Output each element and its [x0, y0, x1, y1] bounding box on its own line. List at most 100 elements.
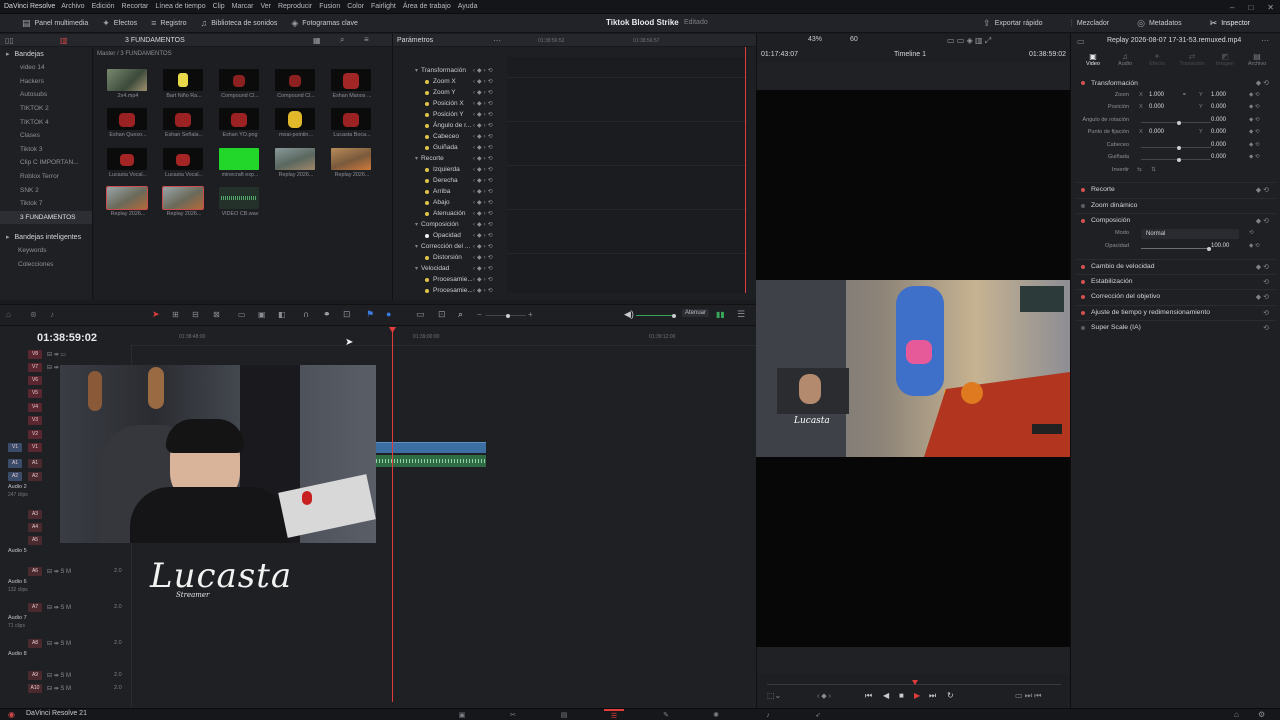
pointer-tool-icon[interactable]: ➤ [152, 309, 160, 320]
mic-icon[interactable]: ♪ [50, 310, 54, 319]
section-enabled-dot[interactable] [1081, 264, 1085, 269]
param-row[interactable]: ▾ Composición ‹◆›⟲ [393, 219, 505, 230]
keyframe-controls[interactable]: ‹◆›⟲ [473, 221, 495, 228]
close-icon[interactable]: ✕ [1267, 3, 1274, 12]
opacity-value[interactable]: 100.00 [1211, 243, 1229, 249]
stop-icon[interactable]: ■ [899, 691, 904, 700]
timeline-ruler[interactable]: 01:38:48:00 01:39:00:00 01:39:12:00 [131, 326, 756, 346]
track-header-a8[interactable]: A8 ⊟ ⇹ S M 2.0 [0, 637, 131, 649]
anchor-x-value[interactable]: 0.000 [1149, 129, 1164, 135]
ripple-icon[interactable]: ⊛ [30, 310, 37, 319]
section-enabled-dot[interactable] [1081, 279, 1085, 284]
track-controls[interactable]: ⊟ ⇹ S M [47, 640, 71, 647]
page-edit-alt[interactable]: ▤ [554, 709, 574, 720]
keyframe-controls[interactable]: ‹◆›⟲ [473, 276, 495, 283]
media-clip[interactable]: Eshan YO.png [219, 108, 261, 138]
bin-item[interactable]: SNK 2 [0, 183, 92, 197]
media-clip[interactable]: Bart Niño Ra... [163, 69, 205, 99]
replace-clip-icon[interactable]: ◧ [278, 310, 286, 319]
bin-item[interactable]: TIKTOK 2 [0, 102, 92, 116]
keyframe-controls[interactable]: ‹◆›⟲ [473, 210, 495, 217]
attenuate-button[interactable]: Atenuar [682, 309, 710, 317]
inspector-button[interactable]: ✂ Inspector [1210, 18, 1250, 29]
param-row[interactable]: Ángulo de r... ‹◆›⟲ [393, 120, 505, 131]
pitch-slider[interactable] [1141, 145, 1211, 150]
minimize-icon[interactable]: – [1230, 3, 1234, 12]
param-row[interactable]: Izquierda ‹◆›⟲ [393, 164, 505, 175]
keyframe-controls[interactable]: ‹◆›⟲ [473, 177, 495, 184]
smart-bin-item[interactable]: Keywords [0, 244, 92, 258]
overwrite-clip-icon[interactable]: ▣ [258, 310, 266, 319]
menu-marcar[interactable]: Marcar [232, 3, 254, 10]
blade-tool-icon[interactable]: ⊠ [213, 310, 220, 319]
section-enabled-dot[interactable] [1081, 187, 1085, 192]
slider-knob[interactable] [1177, 157, 1181, 162]
track-controls[interactable]: ⊟ ⇹ S M [47, 604, 71, 611]
media-clip-selected[interactable]: Replay 2026... [106, 186, 149, 217]
menu-color[interactable]: Color [347, 3, 364, 10]
track-lock-icon[interactable]: ⊟ ⇹ ▭ [47, 351, 66, 358]
bin-item-selected[interactable]: 3 FUNDAMENTOS [0, 210, 92, 225]
rotation-value[interactable]: 0.000 [1211, 117, 1226, 123]
zoom-custom-icon[interactable]: ⌕ [458, 309, 463, 320]
tab-transition[interactable]: ⇄ Transición [1176, 52, 1208, 67]
menu-ver[interactable]: Ver [260, 3, 271, 10]
menu-fusion[interactable]: Fusion [319, 3, 340, 10]
zoom-in-icon[interactable]: + [528, 310, 533, 319]
section-enabled-dot[interactable] [1081, 294, 1085, 299]
bins-header[interactable]: ▸ Bandejas [0, 47, 92, 61]
param-row[interactable]: Opacidad ‹◆›⟲ [393, 230, 505, 241]
section-enabled-dot[interactable] [1081, 203, 1085, 208]
volume-icon[interactable]: ◀) [624, 309, 634, 320]
keyframe-controls[interactable]: ‹◆›⟲ [473, 199, 495, 206]
yaw-value[interactable]: 0.000 [1211, 154, 1226, 160]
menu-fairlight[interactable]: Fairlight [371, 3, 396, 10]
media-clip-selected[interactable]: Replay 2026... [162, 186, 205, 217]
reset-icon[interactable]: ◆ ⟲ [1256, 263, 1269, 271]
keyframe-controls[interactable]: ‹◆›⟲ [473, 133, 495, 140]
audio-meter-icon[interactable]: ▮▮ [716, 310, 725, 319]
page-media[interactable]: ▣ [452, 709, 472, 720]
media-clip[interactable]: Lucasta Boca... [331, 108, 373, 138]
param-row[interactable]: Abajo ‹◆›⟲ [393, 197, 505, 208]
collapse-icon[interactable]: ▾ [415, 265, 418, 272]
reset-icon[interactable]: ◆ ⟲ [1256, 217, 1269, 225]
keyframe-controls[interactable]: ‹◆›⟲ [473, 122, 495, 129]
keyframe-controls[interactable]: ‹◆›⟲ [473, 155, 495, 162]
keyframe-icon[interactable]: ◆ ⟲ [1249, 92, 1260, 98]
position-x-value[interactable]: 0.000 [1149, 104, 1164, 110]
section-enabled-dot[interactable] [1081, 310, 1085, 315]
media-clip[interactable]: Replay 2026... [331, 148, 373, 178]
bin-item[interactable]: Tiktok 3 [0, 143, 92, 157]
bin-item[interactable]: TIKTOK 4 [0, 115, 92, 129]
media-clip[interactable]: Lucasta Vocal... [163, 148, 205, 178]
match-frame-icon[interactable]: ▭ ⏭ ⏮ [1015, 691, 1041, 701]
menu-area-de-trabajo[interactable]: Área de trabajo [403, 3, 451, 10]
sound-library-button[interactable]: ♫ Biblioteca de sonidos [200, 18, 277, 28]
snapping-icon[interactable]: ∩ [303, 309, 309, 319]
section-stabilization[interactable]: Estabilización ⟲ [1077, 274, 1275, 288]
home-icon[interactable]: ⌂ [1234, 710, 1239, 719]
bin-item[interactable]: Hackers [0, 75, 92, 89]
keyframe-controls[interactable]: ‹◆›⟲ [473, 166, 495, 173]
zoom-slider[interactable] [486, 313, 526, 318]
track-controls[interactable]: ⊟ ⇹ S M [47, 568, 71, 575]
menu-edicion[interactable]: Edición [92, 3, 115, 10]
track-header-a9[interactable]: A9 ⊟ ⇹ S M 2.0 [0, 669, 131, 681]
loop-icon[interactable]: ↻ [947, 691, 954, 700]
zoom-out-icon[interactable]: − [477, 310, 482, 319]
zoom-detail-icon[interactable]: ⊡ [438, 309, 446, 320]
media-clip-audio[interactable]: VIDEO CB.wav [219, 187, 261, 217]
slider-knob[interactable] [1177, 145, 1181, 150]
grid-view-icon[interactable]: ▦ [313, 36, 321, 45]
param-row[interactable]: Procesamie... ‹◆›⟲ [393, 274, 505, 285]
link-icon[interactable]: ⚭ [323, 309, 331, 320]
section-lens-correction[interactable]: Corrección del objetivo ◆ ⟲ [1077, 289, 1275, 303]
media-clip[interactable]: Compound Cl... [275, 69, 317, 99]
maximize-icon[interactable]: □ [1248, 3, 1253, 12]
reset-icon[interactable]: ⟲ [1263, 278, 1269, 286]
keyframe-controls[interactable]: ‹◆›⟲ [473, 254, 495, 261]
section-transform[interactable]: Transformación ◆ ⟲ [1077, 76, 1275, 90]
zoom-x-value[interactable]: 1.000 [1149, 92, 1164, 98]
track-controls[interactable]: ⊟ ⇹ S M [47, 672, 71, 679]
